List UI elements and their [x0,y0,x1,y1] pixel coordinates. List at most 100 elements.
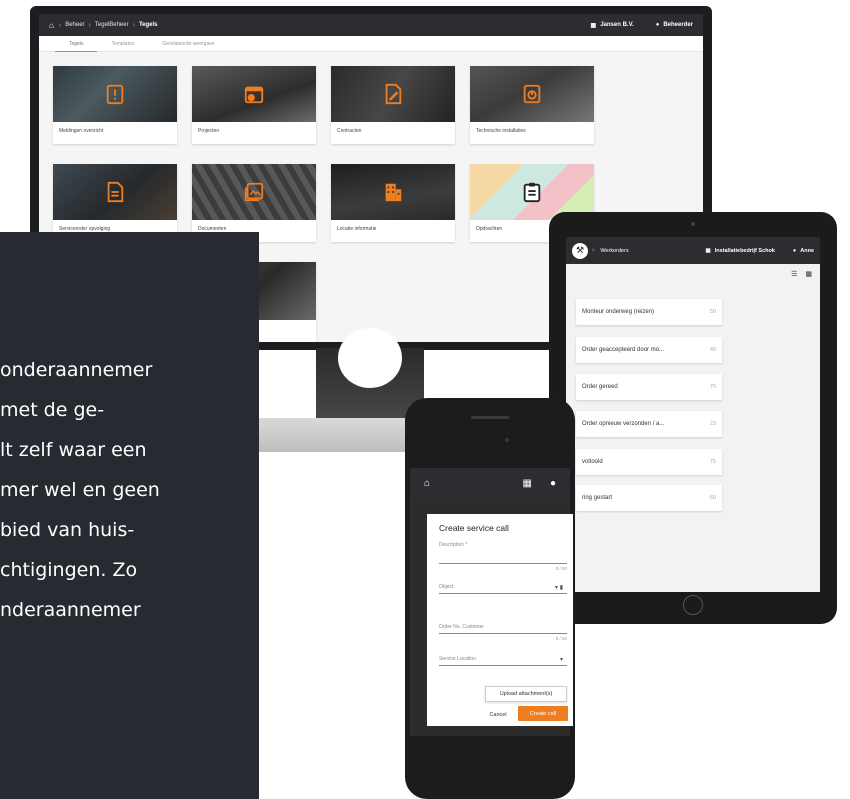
order-card[interactable]: ring gestart 60 [576,485,722,511]
description-label: Description * [439,542,468,548]
tab-tegels[interactable]: Tegels [55,36,98,52]
upload-attachment-button[interactable]: Upload attachment(s) [485,686,567,702]
breadcrumb-tegelbeheer[interactable]: TegelBeheer [95,22,129,28]
tile-label: Contracten [337,128,362,134]
list-view-icon[interactable]: ☰ [791,270,797,278]
order-no-label: Order No. Customer [439,624,485,630]
view-toggle-bar: ☰ ▦ [566,264,820,284]
user-name: Beheerder [663,22,693,28]
cancel-button[interactable]: Cancel [485,708,511,722]
stand-cutout [338,328,402,388]
order-count: 50 [709,309,716,315]
tablet-home-button[interactable] [683,595,703,615]
order-label: Order geaccepteerd door mo... [582,347,665,353]
home-icon[interactable]: ⌂ [49,21,54,30]
company-selector[interactable]: ▦ Jansen B.V. [591,22,634,29]
breadcrumb-tegels: Tegels [138,22,158,28]
text-line: nderaannemer [0,599,141,621]
building-icon: ▦ [590,22,597,29]
tile-label: Documenten [198,226,227,232]
service-location-select[interactable]: Service Location ▾ [439,656,567,666]
text-line: bied van huis- [0,519,135,541]
order-count: 23 [709,421,716,427]
tile-serviceorder-opvolging[interactable]: Serviceorder opvolging [53,164,177,242]
order-label: Monteur onderweg (reizen) [582,309,655,315]
user-menu[interactable]: ● Beheerder [656,22,693,28]
product-showcase: ⌂ › Beheer › TegelBeheer › Tegels ▦ Jans… [0,0,850,799]
description-field[interactable]: Description * 0 / 50 [439,542,567,571]
create-call-button[interactable]: Create call [518,706,568,721]
company-selector[interactable]: ▦ Installatiebedrijf Schok [706,248,775,254]
order-count: 75 [709,459,716,465]
company-name: Jansen B.V. [600,22,634,28]
feature-text: onderaannemer met de ge- lt zelf waar ee… [0,350,259,630]
user-name: Anne [800,247,814,254]
tile-label: Technische installaties [476,128,526,134]
building-icon: ▦ [705,247,711,254]
user-icon[interactable]: ● [550,478,556,489]
phone-device: ⌂ ▦ ● Create service call Description * … [405,398,575,799]
tile-label: Projecten [198,128,220,134]
company-name: Installatiebedrijf Schok [714,247,775,254]
order-count: 60 [709,495,716,501]
clipboard-list-icon [523,182,541,203]
description-counter: 0 / 50 [555,566,567,571]
object-label: Object [439,584,454,590]
order-card[interactable]: Order gereed 70 [576,374,722,400]
order-no-field[interactable]: Order No. Customer 0 / 50 [439,624,567,641]
order-card[interactable]: voltooid 75 [576,449,722,475]
document-icon [107,181,124,203]
tile-contracten[interactable]: Contracten [331,66,455,144]
tablet-topbar: ⚒ › Werkorders ▦ Installatiebedrijf Scho… [566,237,820,264]
tile-image [192,164,316,220]
breadcrumb-beheer[interactable]: Beheer [65,22,84,28]
alert-clipboard-icon [106,84,124,105]
chevron-down-icon: ▾ ▮ [555,585,563,591]
tab-gerelateerde-weergave[interactable]: Gerelateerde weergave [148,36,228,51]
tile-label: Locatie informatie [337,226,377,232]
desktop-tabs: Tegels Templates Gerelateerde weergave [39,36,703,52]
tile-image [331,164,455,220]
tile-image [53,164,177,220]
order-no-counter: 0 / 50 [555,636,567,641]
order-count: 40 [709,347,716,353]
user-menu[interactable]: ● Anne [793,248,814,254]
chevron-right-icon: › [58,21,62,29]
tile-locatie-informatie[interactable]: Locatie informatie [331,164,455,242]
order-label: Order opnieuw verzonden / a... [582,421,665,427]
order-count: 70 [709,384,716,390]
tile-image [53,66,177,122]
tile-technische-installaties[interactable]: Technische installaties [470,66,594,144]
service-location-label: Service Location [439,656,476,662]
chevron-down-icon: ▾ [559,657,563,663]
building-icon[interactable]: ▦ [523,478,532,489]
grid-view-icon[interactable]: ▦ [805,270,812,278]
tab-templates[interactable]: Templates [97,36,148,51]
text-line: met de ge- [0,399,105,421]
order-card[interactable]: Order opnieuw verzonden / a... 23 [576,411,722,437]
text-line: onderaannemer [0,359,153,381]
text-line: chtigingen. Zo [0,559,138,581]
tile-projecten[interactable]: Projecten [192,66,316,144]
tools-logo-icon[interactable]: ⚒ [572,242,588,259]
tile-meldingen[interactable]: Meldingen overzicht [53,66,177,144]
dialog-title: Create service call [439,523,509,533]
object-select[interactable]: Object ▾ ▮ [439,584,567,594]
order-label: Order gereed [582,384,618,390]
chevron-right-icon: › [88,21,91,29]
order-card[interactable]: Order geaccepteerd door mo... 40 [576,337,722,363]
order-card[interactable]: Monteur onderweg (reizen) 50 [576,299,722,325]
desktop-topbar: ⌂ › Beheer › TegelBeheer › Tegels ▦ Jans… [39,14,703,36]
order-label: ring gestart [582,495,613,501]
tile-documenten[interactable]: Documenten [192,164,316,242]
tile-image [470,66,594,122]
tile-label: Meldingen overzicht [59,128,104,134]
install-device-icon [523,84,541,104]
phone-topbar: ⌂ ▦ ● [410,468,570,498]
home-icon[interactable]: ⌂ [424,478,430,489]
order-label: voltooid [582,459,603,465]
tablet-screen: ⚒ › Werkorders ▦ Installatiebedrijf Scho… [566,237,820,592]
tablet-device: ⚒ › Werkorders ▦ Installatiebedrijf Scho… [549,212,837,624]
text-line: lt zelf waar een [0,439,147,461]
building-icon [385,183,402,202]
